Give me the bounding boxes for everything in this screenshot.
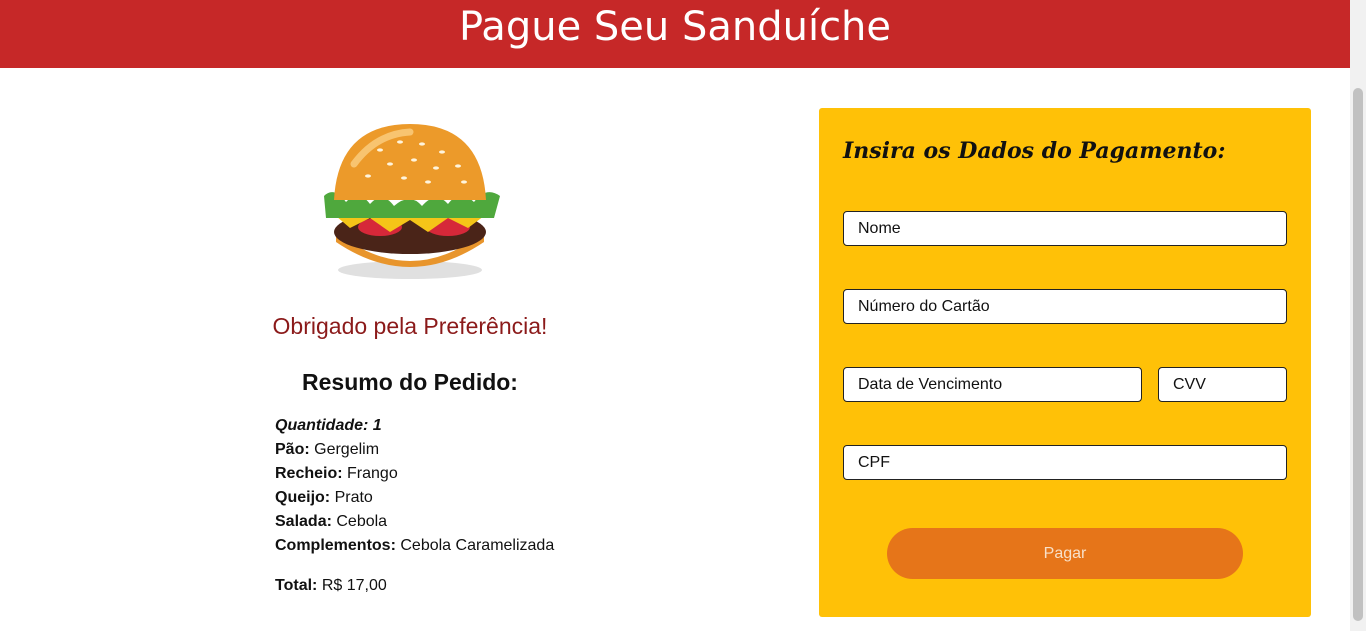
card-number-input[interactable]	[843, 289, 1287, 324]
summary-label: Recheio:	[275, 465, 343, 482]
summary-value: Cebola	[336, 513, 388, 530]
summary-total: Total: R$ 17,00	[275, 574, 554, 598]
total-label: Total:	[275, 577, 318, 594]
payment-title: Insira os Dados do Pagamento:	[843, 138, 1226, 164]
summary-value: Frango	[347, 465, 398, 482]
cvv-input[interactable]	[1158, 367, 1287, 402]
summary-cheese: Queijo: Prato	[275, 486, 554, 510]
vertical-scrollbar[interactable]	[1350, 0, 1366, 631]
summary-filling: Recheio: Frango	[275, 462, 554, 486]
order-summary: Quantidade: 1 Pão: Gergelim Recheio: Fra…	[275, 414, 554, 598]
cpf-input[interactable]	[843, 445, 1287, 480]
summary-value: Gergelim	[314, 441, 380, 458]
summary-label: Complementos:	[275, 537, 396, 554]
scrollbar-thumb[interactable]	[1353, 88, 1363, 621]
summary-bread: Pão: Gergelim	[275, 438, 554, 462]
name-input[interactable]	[843, 211, 1287, 246]
summary-label: Queijo:	[275, 489, 331, 506]
order-summary-title: Resumo do Pedido:	[302, 369, 518, 395]
top-bar: Pague Seu Sanduíche	[0, 0, 1350, 68]
summary-value: Prato	[334, 489, 373, 506]
summary-label: Salada:	[275, 513, 332, 530]
payment-panel: Insira os Dados do Pagamento: Pagar	[819, 108, 1311, 617]
total-value: R$ 17,00	[321, 577, 387, 594]
summary-quantity: Quantidade: 1	[275, 417, 382, 434]
summary-extras: Complementos: Cebola Caramelizada	[275, 534, 554, 558]
summary-salad: Salada: Cebola	[275, 510, 554, 534]
summary-value: Cebola Caramelizada	[400, 537, 555, 554]
expiry-date-input[interactable]	[843, 367, 1142, 402]
summary-label: Pão:	[275, 441, 310, 458]
page-title: Pague Seu Sanduíche	[458, 4, 892, 50]
pay-button[interactable]: Pagar	[887, 528, 1243, 579]
thanks-message: Obrigado pela Preferência!	[272, 313, 548, 339]
burger-image	[324, 124, 500, 279]
